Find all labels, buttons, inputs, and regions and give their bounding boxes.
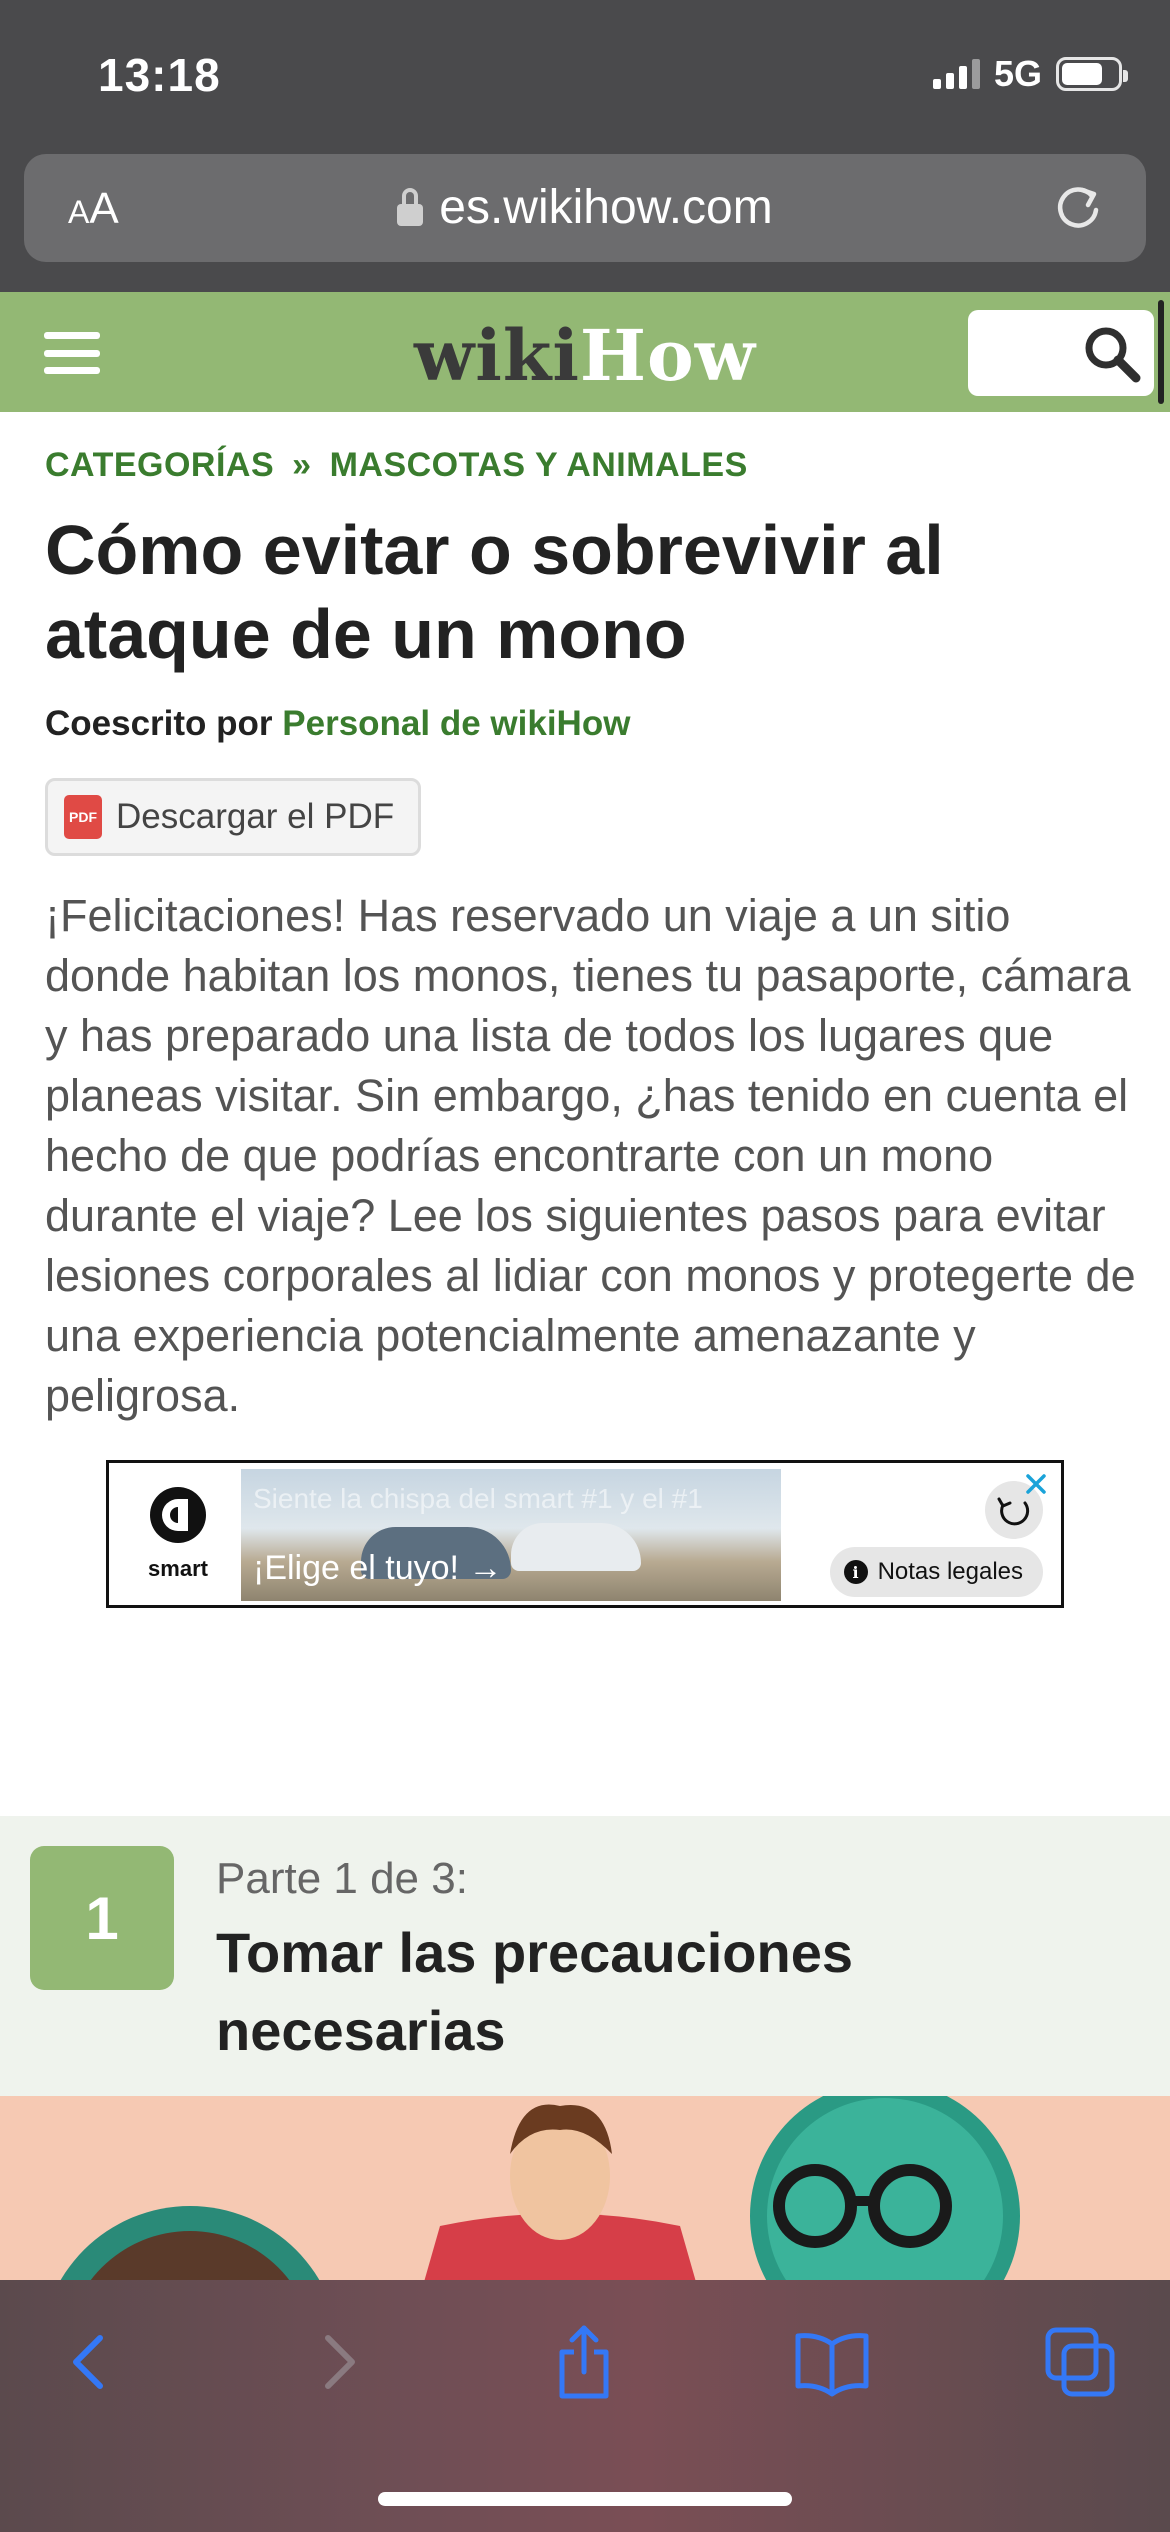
byline-prefix: Coescrito por — [45, 704, 273, 743]
download-pdf-label: Descargar el PDF — [116, 797, 395, 836]
pdf-icon: PDF — [64, 795, 102, 839]
section-title: Tomar las precauciones necesarias — [216, 1921, 853, 2062]
status-indicators: 5G — [932, 52, 1128, 96]
close-icon[interactable] — [1021, 1469, 1051, 1499]
intro-paragraph: ¡Felicitaciones! Has reservado un viaje … — [45, 890, 1136, 1421]
tabs-icon[interactable] — [1040, 2322, 1120, 2402]
forward-icon[interactable] — [300, 2322, 380, 2402]
illustration-art — [52, 2096, 1020, 2296]
network-label: 5G — [993, 53, 1042, 94]
battery-icon — [1056, 57, 1128, 91]
breadcrumb-separator: » — [292, 446, 312, 484]
ad-cta[interactable]: ¡Elige el tuyo! → — [253, 1549, 502, 1588]
search-input[interactable] — [968, 310, 1154, 396]
step-illustration — [0, 2096, 1170, 2296]
ad-legal-button[interactable]: i Notas legales — [829, 1547, 1043, 1597]
search-icon[interactable] — [1080, 322, 1144, 386]
ad-caption: Siente la chispa del smart #1 y el #1 — [253, 1483, 703, 1514]
share-icon[interactable] — [544, 2322, 624, 2402]
section-header: 1 Parte 1 de 3: Tomar las precauciones n… — [0, 1816, 1170, 2096]
section-number-badge: 1 — [30, 1846, 174, 1990]
section-part-label: Parte 1 de 3: — [216, 1854, 468, 1903]
ad-brand-name: smart — [148, 1556, 208, 1581]
info-icon: i — [843, 1560, 868, 1584]
status-time: 13:18 — [98, 49, 221, 101]
smart-logo-icon — [150, 1487, 206, 1543]
browser-toolbar — [0, 2280, 1170, 2532]
scroll-indicator — [1158, 300, 1164, 404]
breadcrumb: CATEGORÍAS » MASCOTAS Y ANIMALES — [45, 446, 748, 485]
page-title: Cómo evitar o sobrevivir al ataque de un… — [45, 511, 944, 673]
browser-top-bar: 13:18 5G AA es.wikihow.com — [0, 0, 1170, 292]
breadcrumb-pets-link[interactable]: MASCOTAS Y ANIMALES — [330, 446, 748, 484]
byline: Coescrito por Personal de wikiHow — [45, 704, 630, 744]
breadcrumb-categories-link[interactable]: CATEGORÍAS — [45, 446, 274, 484]
ad-legal-label: Notas legales — [877, 1558, 1023, 1585]
address-bar[interactable]: AA es.wikihow.com — [24, 154, 1146, 262]
author-link[interactable]: Personal de wikiHow — [282, 704, 630, 743]
back-icon[interactable] — [48, 2322, 128, 2402]
download-pdf-button[interactable]: PDF Descargar el PDF — [45, 778, 421, 856]
url-field[interactable]: es.wikihow.com — [24, 180, 1146, 235]
ad-brand-logo[interactable]: smart — [133, 1485, 223, 1582]
bookmarks-icon[interactable] — [792, 2322, 872, 2402]
reload-icon[interactable] — [1050, 180, 1106, 236]
ad-image[interactable]: Siente la chispa del smart #1 y el #1 ¡E… — [241, 1469, 781, 1601]
lock-icon — [397, 187, 424, 226]
url-text: es.wikihow.com — [439, 181, 773, 234]
signal-icon — [932, 59, 980, 89]
home-indicator[interactable] — [378, 2492, 792, 2506]
ad-car-image — [511, 1523, 641, 1571]
site-header: wikiHow — [0, 292, 1170, 412]
advertisement[interactable]: smart Siente la chispa del smart #1 y el… — [106, 1460, 1064, 1608]
